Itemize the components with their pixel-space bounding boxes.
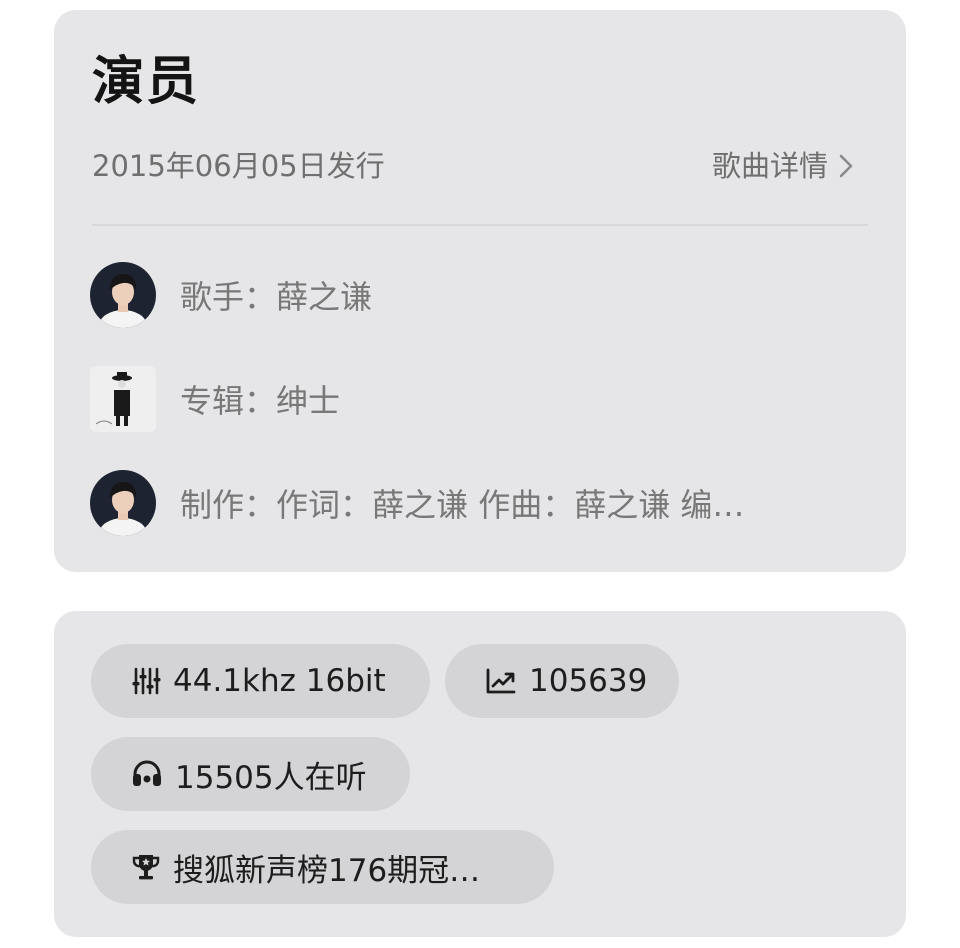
equalizer-icon — [132, 667, 161, 695]
chevron-right-icon — [839, 154, 853, 178]
song-title: 演员 — [92, 52, 201, 112]
singer-row[interactable]: 歌手： 薛之谦 — [90, 261, 854, 329]
headphones-icon — [133, 760, 161, 786]
singer-name: 薛之谦 — [276, 278, 373, 316]
album-cover[interactable] — [90, 366, 156, 432]
credits-row[interactable]: 制作： 作词：薛之谦 作曲：薛之谦 编… — [90, 469, 854, 537]
play-count-chip[interactable]: 105639 — [445, 644, 679, 718]
singer-label: 歌手： — [180, 278, 277, 316]
audio-quality-chip[interactable]: 44.1khz 16bit — [91, 644, 430, 718]
release-date: 2015年06月05日发行 — [92, 149, 385, 183]
trending-up-icon — [486, 668, 516, 694]
audio-quality-text: 44.1khz 16bit — [173, 663, 386, 699]
credits-label: 制作： — [180, 486, 277, 524]
album-row[interactable]: 专辑： 绅士 — [90, 365, 854, 433]
credits-value: 作词：薛之谦 作曲：薛之谦 编… — [276, 486, 745, 524]
listeners-chip[interactable]: 15505人在听 — [91, 737, 410, 811]
album-label: 专辑： — [180, 382, 277, 420]
song-detail-label: 歌曲详情 — [711, 149, 828, 183]
divider — [92, 224, 868, 226]
play-count-text: 105639 — [529, 663, 648, 699]
chart-ranking-chip[interactable]: 搜狐新声榜176期冠… — [91, 830, 554, 904]
singer-avatar[interactable] — [90, 262, 156, 328]
album-name: 绅士 — [276, 382, 341, 420]
song-info-card: 演员 2015年06月05日发行 歌曲详情 歌手： 薛之谦 专辑： 绅士 制作：… — [54, 10, 906, 572]
song-detail-link[interactable]: 歌曲详情 — [712, 148, 854, 184]
chart-ranking-text: 搜狐新声榜176期冠… — [173, 852, 481, 889]
listeners-text: 15505人在听 — [175, 759, 367, 796]
trophy-icon — [132, 855, 160, 880]
song-stats-card: 44.1khz 16bit 105639 15505人在听 搜狐新声榜176期冠… — [54, 611, 906, 937]
producer-avatar[interactable] — [90, 470, 156, 536]
